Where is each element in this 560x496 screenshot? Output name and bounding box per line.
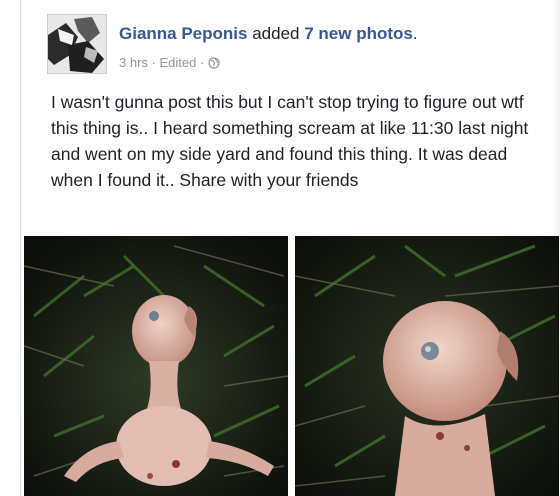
photo-grid	[21, 236, 560, 496]
post-action-text: added	[252, 24, 300, 43]
post-body-text: I wasn't gunna post this but I can't sto…	[51, 92, 529, 190]
page-edge	[552, 0, 560, 496]
post-header: Gianna Peponis added 7 new photos. 3 hrs…	[47, 14, 547, 74]
post-meta: 3 hrs · Edited ·	[119, 54, 220, 70]
avatar[interactable]	[47, 14, 107, 74]
post-title: Gianna Peponis added 7 new photos.	[119, 24, 418, 43]
globe-icon[interactable]	[208, 56, 220, 69]
timestamp-link[interactable]: 3 hrs	[119, 55, 148, 70]
photo-count-link[interactable]: 7 new photos	[304, 24, 413, 43]
author-name-link[interactable]: Gianna Peponis	[119, 24, 247, 43]
post-card: Gianna Peponis added 7 new photos. 3 hrs…	[20, 0, 560, 496]
photo-thumbnail-2[interactable]	[295, 236, 559, 496]
edited-label[interactable]: Edited	[159, 55, 196, 70]
photo-thumbnail-1[interactable]	[24, 236, 288, 496]
